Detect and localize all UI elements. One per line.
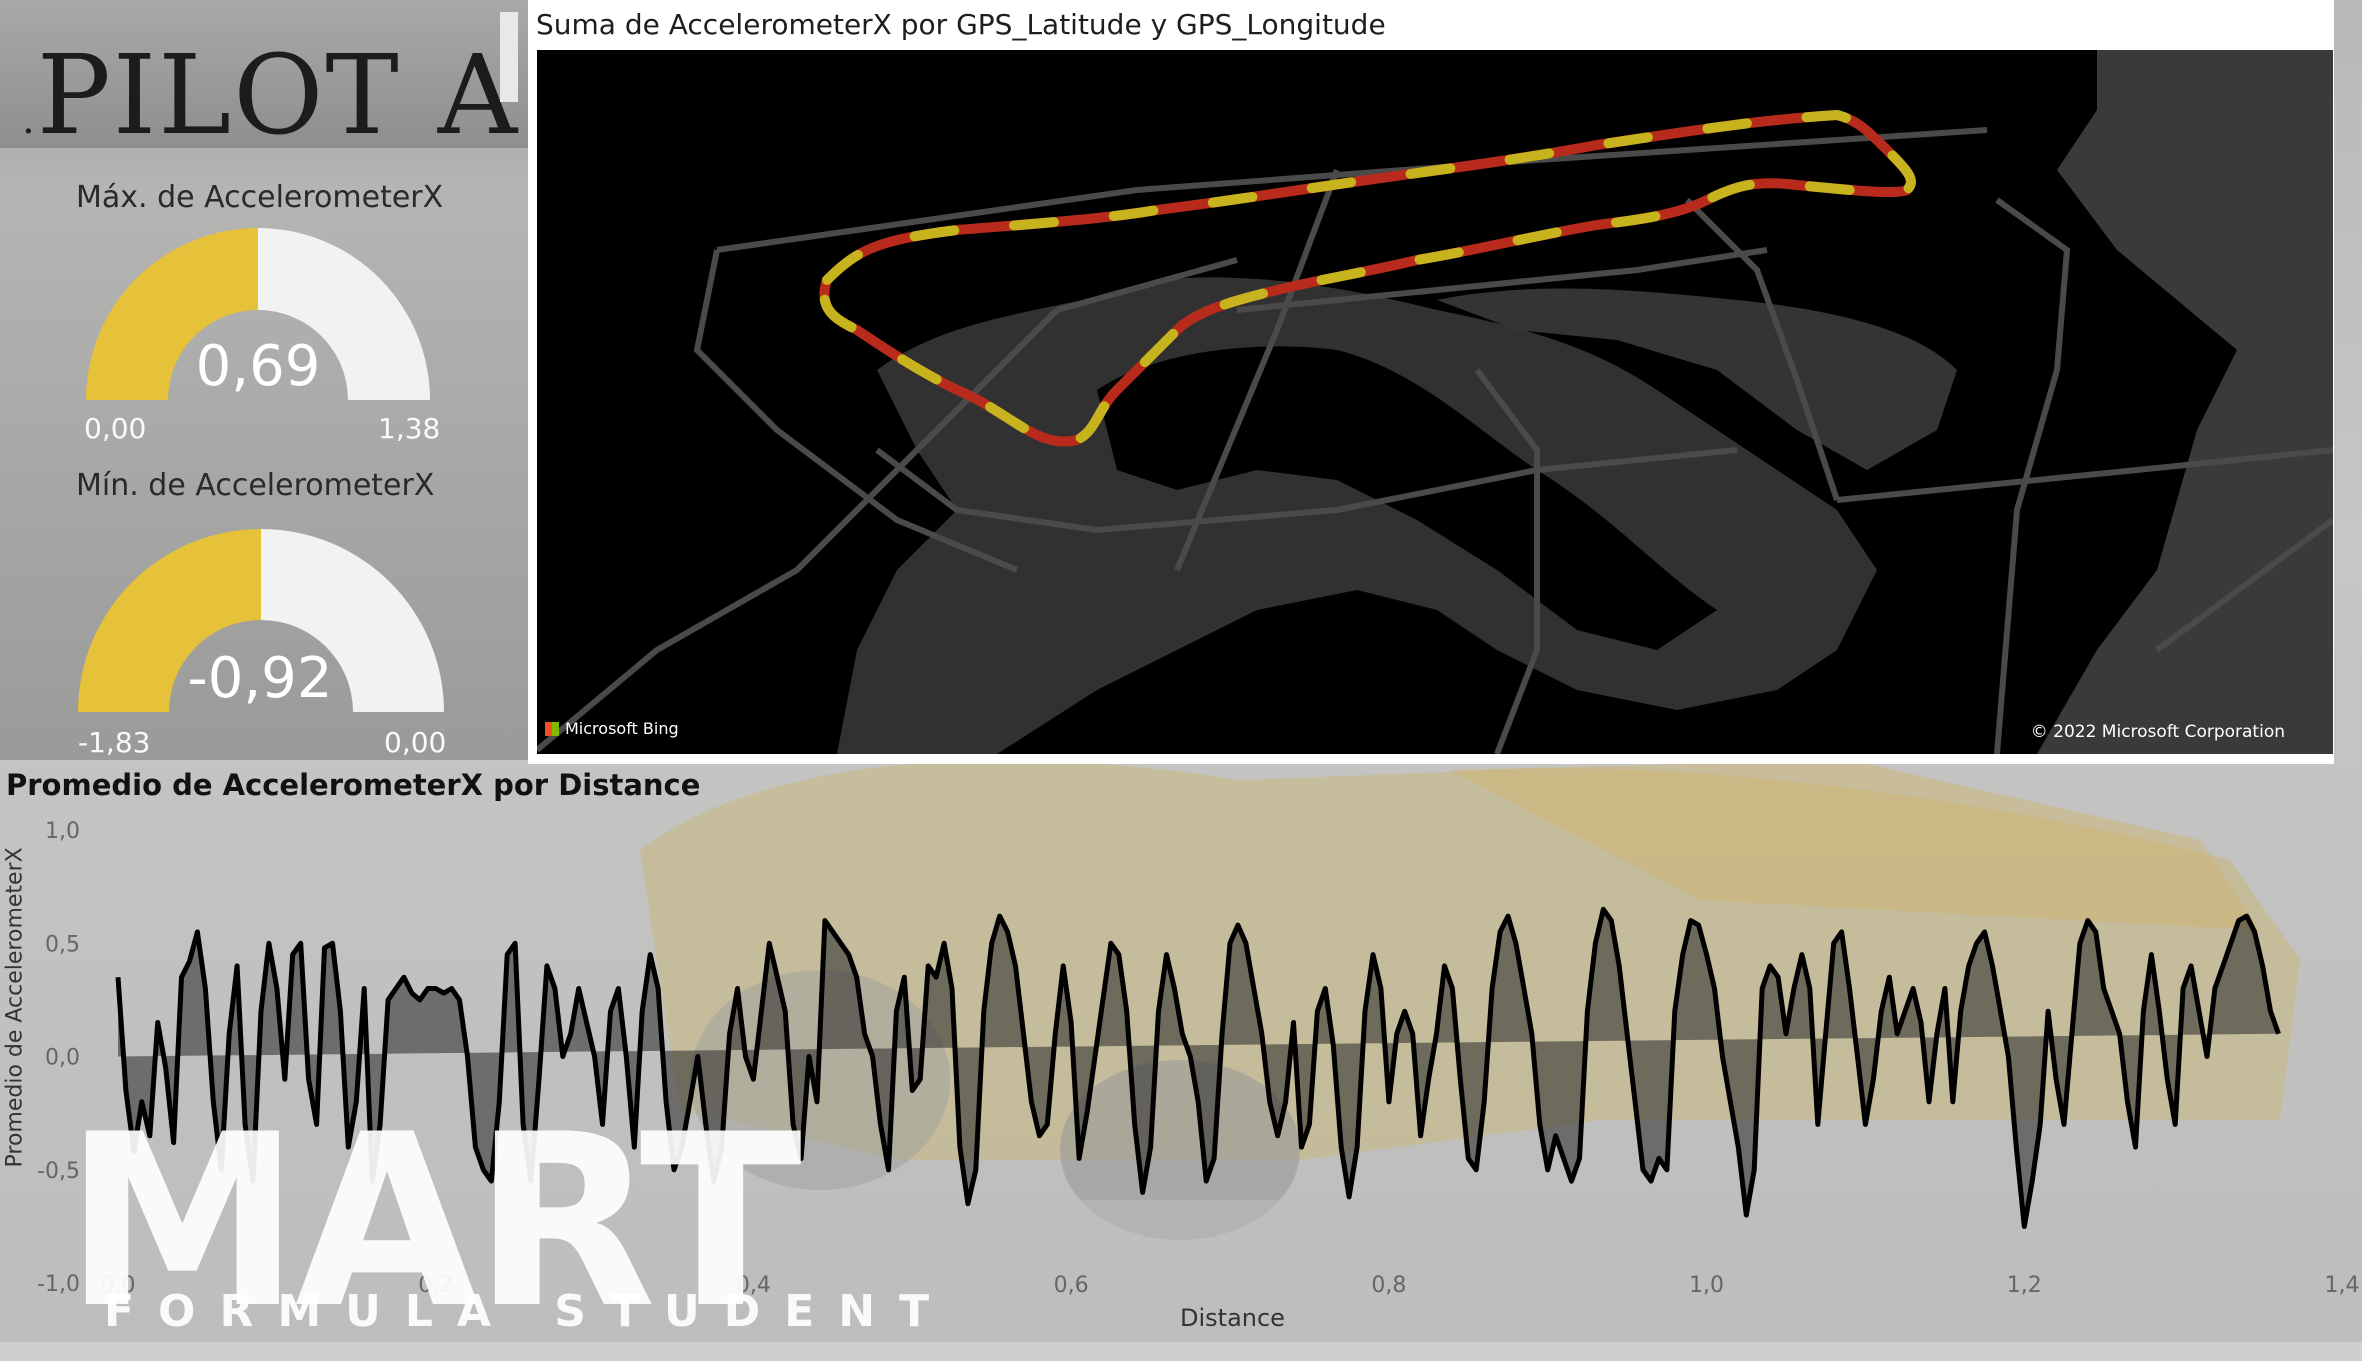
gauge-max-value: 0,69 xyxy=(195,334,321,399)
x-axis-title: Distance xyxy=(1180,1304,1285,1332)
x-tick-label: 1,4 xyxy=(2325,1273,2360,1298)
gauge-max-min-label: 0,00 xyxy=(84,412,147,445)
bing-label: Microsoft Bing xyxy=(565,719,679,738)
line-chart-title: Promedio de AccelerometerX por Distance xyxy=(6,768,701,802)
map-copyright: © 2022 Microsoft Corporation xyxy=(2030,722,2285,742)
gauge-min-title: Mín. de AccelerometerX xyxy=(76,468,435,503)
gauge-min-value: -0,92 xyxy=(187,646,333,711)
y-tick-label: 1,0 xyxy=(45,819,80,844)
y-tick-label: 0,5 xyxy=(45,932,80,957)
windows-icon xyxy=(545,721,559,736)
x-tick-label: 0,6 xyxy=(1054,1273,1089,1298)
gauge-min-min-label: -1,83 xyxy=(78,726,151,759)
map-graphic xyxy=(537,50,2333,754)
logo-formula-student: FORMULA STUDENT xyxy=(104,1286,954,1337)
gauge-max-title: Máx. de AccelerometerX xyxy=(76,180,444,215)
gauge-max-max-label: 1,38 xyxy=(378,412,441,445)
map-title: Suma de AccelerometerX por GPS_Latitude … xyxy=(536,8,1386,41)
gauge-min-max-label: 0,00 xyxy=(384,726,447,759)
map-canvas[interactable]: Microsoft Bing © 2022 Microsoft Corporat… xyxy=(537,50,2333,754)
x-tick-label: 1,0 xyxy=(1689,1273,1724,1298)
pilot-name: PILOT A xyxy=(36,31,520,159)
x-tick-label: 1,2 xyxy=(2007,1273,2042,1298)
pilot-dot: . xyxy=(22,97,37,143)
y-tick-label: 0,0 xyxy=(45,1046,80,1071)
x-tick-label: 0,8 xyxy=(1371,1273,1406,1298)
pilot-title: .PILOT A xyxy=(22,30,519,185)
scrollbar-thumb[interactable] xyxy=(500,12,518,102)
bing-logo[interactable]: Microsoft Bing xyxy=(545,719,679,738)
